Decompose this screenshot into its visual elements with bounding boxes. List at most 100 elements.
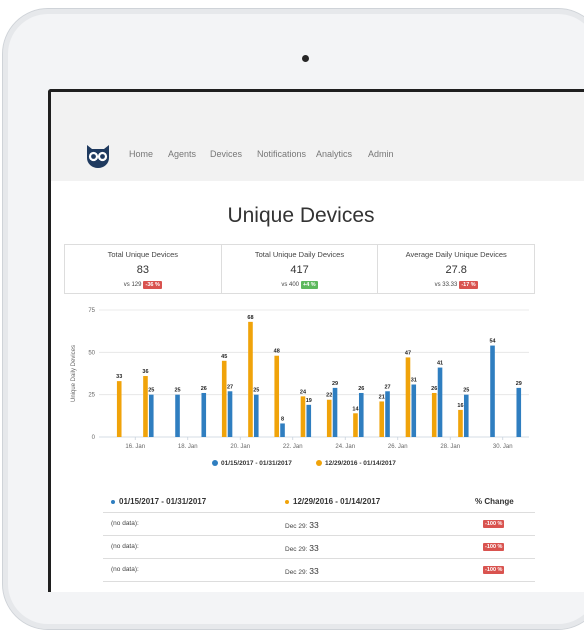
change-badge: +4 % [301, 281, 318, 289]
stat-compare: vs 129 -36 % [65, 281, 221, 289]
row-previous: Dec 29: 33 [285, 520, 319, 530]
data-label: 45 [221, 354, 227, 360]
stat-total-daily: Total Unique Daily Devices 417 vs 400 +4… [220, 245, 378, 293]
stat-compare: vs 400 +4 % [222, 281, 378, 289]
bar [405, 357, 411, 437]
bar [300, 396, 306, 437]
row-change-badge: -100 % [483, 543, 505, 551]
legend-label: 12/29/2016 - 01/14/2017 [325, 460, 396, 467]
data-label: 8 [281, 416, 284, 422]
bar [175, 394, 180, 437]
bar [148, 394, 154, 437]
y-axis-title: Unique Daily Devices [71, 345, 77, 402]
data-label: 29 [516, 381, 522, 387]
header-current: 01/15/2017 - 01/31/2017 [111, 497, 206, 506]
series-dot-previous [285, 499, 289, 504]
data-label: 16 [457, 403, 463, 409]
stat-value: 83 [136, 264, 149, 276]
stat-label: Average Daily Unique Devices [405, 250, 507, 259]
table-header: 01/15/2017 - 01/31/2017 12/29/2016 - 01/… [103, 490, 535, 513]
data-label: 41 [437, 361, 443, 367]
bar [221, 360, 227, 437]
stat-average-daily: Average Daily Unique Devices 27.8 vs 33.… [377, 245, 534, 293]
top-nav: Home Agents Devices Notifications Analyt… [51, 92, 584, 181]
stat-value: 417 [290, 264, 309, 276]
nav-analytics[interactable]: Analytics [316, 149, 352, 159]
stat-total-unique: Total Unique Devices 83 vs 129 -36 % [65, 245, 221, 293]
unique-devices-chart: 0 25 50 75 Unique Daily Devices 16. Jan 18. Ja… [71, 308, 529, 467]
legend-label: 01/15/2017 - 01/31/2017 [221, 460, 292, 467]
data-label: 54 [489, 339, 496, 345]
bar [201, 392, 207, 437]
table-row: (no data): Dec 29: 33 -100 % [103, 536, 535, 559]
data-label: 26 [358, 386, 364, 392]
row-current: (no data): [111, 543, 139, 550]
x-tick-label: 24. Jan [335, 444, 355, 450]
change-badge: -36 % [143, 281, 162, 289]
row-previous: Dec 29: 33 [285, 543, 319, 553]
row-change-badge: -100 % [483, 566, 505, 574]
data-label: 25 [148, 388, 154, 394]
bar [458, 409, 463, 437]
nav-home[interactable]: Home [129, 149, 153, 159]
bar [385, 391, 390, 437]
x-tick-label: 16. Jan [125, 444, 145, 450]
stat-value: 27.8 [445, 264, 467, 276]
x-tick-label: 18. Jan [178, 444, 198, 450]
data-label: 27 [384, 384, 390, 390]
bar [379, 401, 385, 437]
stat-label: Total Unique Daily Devices [254, 250, 345, 259]
page-title: Unique Devices [227, 204, 375, 227]
x-tick-label: 30. Jan [493, 444, 513, 450]
nav-admin[interactable]: Admin [368, 149, 394, 159]
y-tick-label: 25 [88, 393, 95, 399]
legend-marker [316, 460, 322, 466]
stat-compare-text: vs 33.33 [434, 282, 458, 288]
series-dot-current [111, 499, 115, 504]
data-label: 25 [463, 388, 469, 394]
stat-label: Total Unique Devices [107, 250, 179, 259]
x-tick-label: 28. Jan [440, 444, 460, 450]
row-previous: Dec 29: 33 [285, 566, 319, 576]
nav-agents[interactable]: Agents [168, 149, 196, 159]
stat-compare-text: vs 400 [281, 282, 299, 288]
data-label: 22 [326, 393, 332, 399]
data-label: 24 [300, 389, 307, 395]
data-label: 26 [201, 386, 207, 392]
x-tick-label: 22. Jan [283, 444, 303, 450]
bar [353, 413, 358, 437]
header-change: % Change [475, 497, 514, 506]
camera-dot [302, 55, 309, 62]
data-label: 27 [227, 384, 233, 390]
bar [227, 391, 233, 437]
change-badge: -17 % [459, 281, 478, 289]
bar [332, 387, 338, 437]
data-label: 48 [274, 349, 280, 355]
x-tick-label: 26. Jan [388, 444, 408, 450]
data-label: 26 [431, 386, 437, 392]
bar [411, 384, 417, 437]
bar [253, 394, 259, 437]
row-current: (no data): [111, 520, 139, 527]
data-label: 19 [306, 398, 312, 404]
bar [437, 367, 443, 437]
data-label: 29 [332, 381, 338, 387]
bar [248, 321, 253, 437]
data-label: 31 [411, 378, 417, 384]
owl-logo-icon[interactable] [84, 141, 112, 169]
data-label: 33 [116, 374, 122, 380]
bar [516, 387, 522, 437]
header-previous: 12/29/2016 - 01/14/2017 [285, 497, 380, 506]
stat-compare-text: vs 129 [123, 282, 142, 288]
stats-panel: Total Unique Devices 83 vs 129 -36 % Tot… [64, 244, 535, 294]
bar [490, 345, 495, 437]
bar [326, 399, 332, 437]
bar [143, 376, 148, 437]
screen: Home Agents Devices Notifications Analyt… [48, 89, 584, 592]
y-tick-label: 0 [92, 435, 96, 441]
nav-devices[interactable]: Devices [210, 149, 242, 159]
row-current: (no data): [111, 566, 139, 573]
stat-compare: vs 33.33 -17 % [378, 281, 534, 289]
nav-notifications[interactable]: Notifications [257, 149, 306, 159]
bar [358, 392, 364, 437]
